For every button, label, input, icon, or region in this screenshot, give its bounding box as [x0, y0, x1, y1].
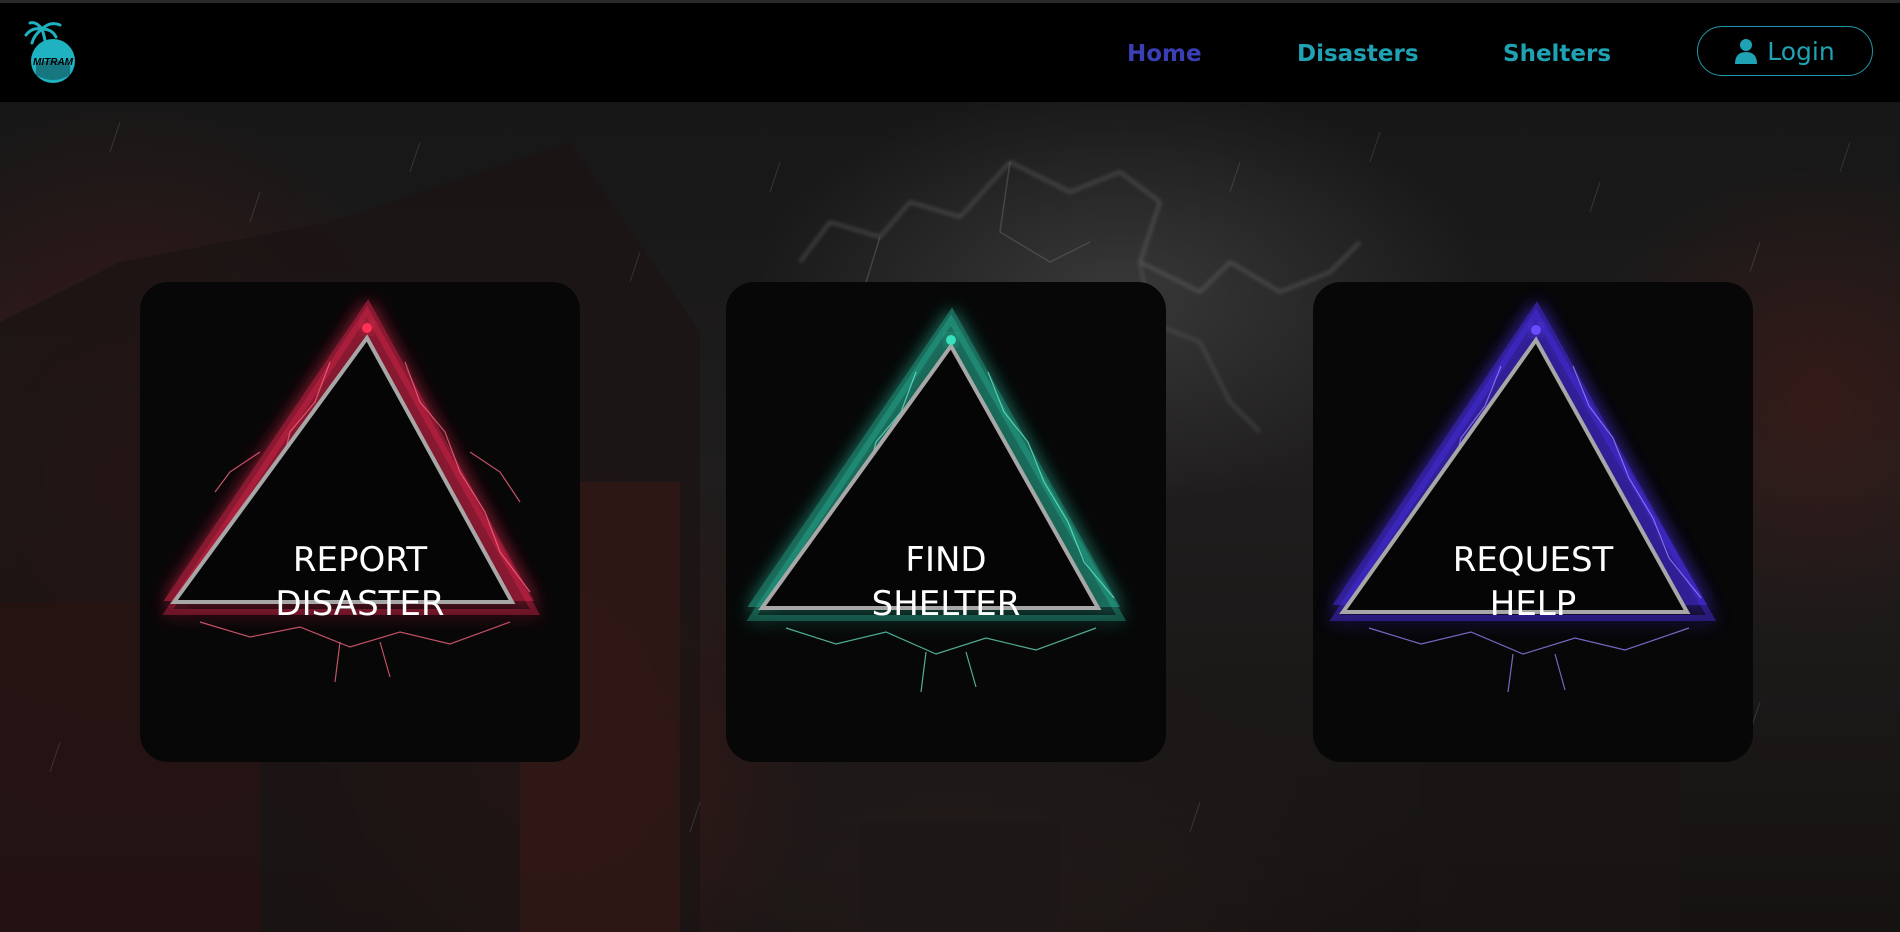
card-label-line: REPORT — [292, 540, 428, 580]
palm-island-logo-icon: MITRAM — [24, 21, 75, 83]
report-disaster-card[interactable]: REPORT DISASTER — [140, 282, 580, 762]
report-disaster-label: REPORT DISASTER — [140, 538, 580, 626]
card-label-line: DISASTER — [275, 584, 445, 624]
navbar: MITRAM Home Disasters Shelters Login — [0, 3, 1900, 102]
svg-text:MITRAM: MITRAM — [33, 57, 74, 68]
nav-shelters-link[interactable]: Shelters — [1503, 41, 1611, 67]
nav-home-link[interactable]: Home — [1127, 41, 1202, 67]
login-button[interactable]: Login — [1697, 26, 1873, 76]
red-lightning-triangle-icon — [162, 299, 541, 683]
request-help-label: REQUEST HELP — [1313, 538, 1753, 626]
request-help-card[interactable]: REQUEST HELP — [1313, 282, 1753, 762]
card-label-line: REQUEST — [1452, 540, 1614, 580]
find-shelter-label: FIND SHELTER — [726, 538, 1166, 626]
card-label-line: HELP — [1489, 584, 1577, 624]
card-label-line: SHELTER — [871, 584, 1021, 624]
card-label-line: FIND — [905, 540, 987, 580]
violet-lightning-triangle-icon — [1329, 301, 1717, 693]
login-label: Login — [1767, 36, 1835, 66]
hero-section: REPORT DISASTER FIND SHELTER REQUEST HEL… — [0, 102, 1900, 932]
mitram-logo[interactable]: MITRAM — [22, 19, 84, 87]
find-shelter-card[interactable]: FIND SHELTER — [726, 282, 1166, 762]
user-icon — [1735, 39, 1758, 64]
teal-lightning-triangle-icon — [746, 307, 1127, 693]
nav-disasters-link[interactable]: Disasters — [1297, 41, 1419, 67]
